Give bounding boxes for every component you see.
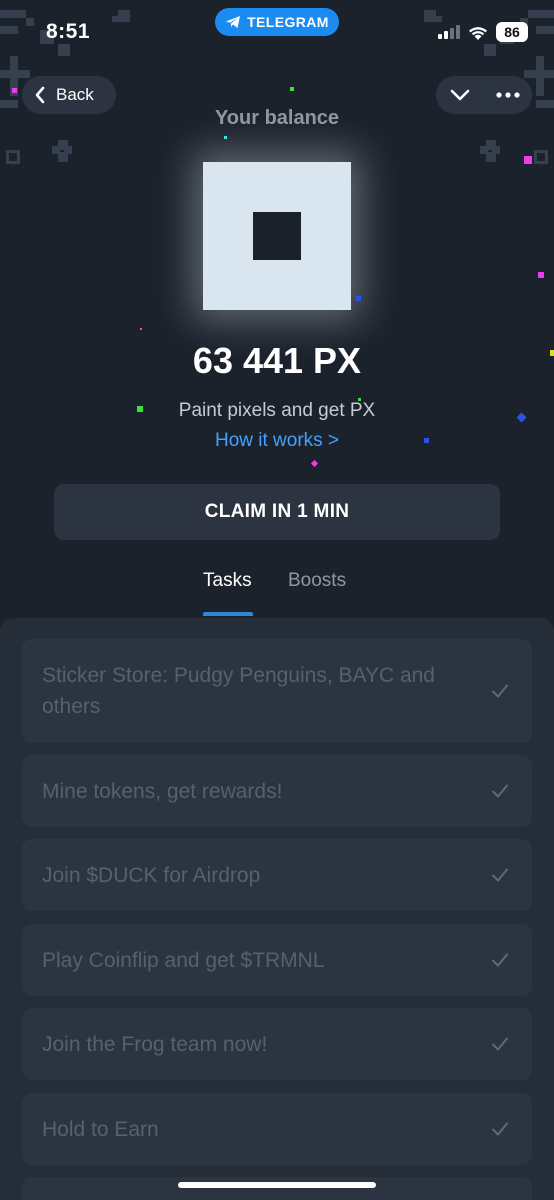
more-options-icon[interactable] [495, 92, 520, 98]
checkmark-icon [492, 784, 508, 798]
telegram-pill[interactable]: TELEGRAM [215, 8, 339, 36]
task-item[interactable]: Join the Frog team now! [22, 1008, 532, 1080]
checkmark-icon [492, 684, 508, 698]
task-label: Play Coinflip and get $TRMNL [42, 948, 325, 972]
task-item[interactable]: Hold to Earn [22, 1093, 532, 1165]
pixel-logo-center [253, 212, 301, 260]
balance-label: Your balance [214, 107, 340, 129]
tab-tasks[interactable]: Tasks [203, 570, 252, 592]
cellular-signal-icon [438, 25, 460, 39]
confetti-particle [137, 406, 143, 412]
claim-button[interactable]: CLAIM IN 1 MIN [54, 484, 500, 540]
back-label: Back [56, 85, 94, 104]
home-indicator [178, 1182, 376, 1188]
battery-indicator: 86 [496, 22, 528, 42]
telegram-label: TELEGRAM [247, 14, 329, 30]
task-item-partial[interactable] [22, 1177, 532, 1200]
checkmark-icon [492, 1122, 508, 1136]
checkmark-icon [492, 868, 508, 882]
balance-value: 63 441 PX [192, 340, 362, 381]
status-bar: 8:51 TELEGRAM 86 [0, 0, 554, 64]
balance-subtitle: Paint pixels and get PX [178, 400, 376, 421]
chevron-down-icon[interactable] [449, 88, 471, 102]
task-label: Sticker Store: Pudgy Penguins, BAYC and … [42, 664, 435, 718]
checkmark-icon [492, 953, 508, 967]
task-item[interactable]: Sticker Store: Pudgy Penguins, BAYC and … [22, 639, 532, 743]
confetti-particle [358, 398, 361, 401]
confetti-particle [550, 350, 554, 356]
tab-boosts[interactable]: Boosts [288, 570, 346, 592]
confetti-particle [140, 328, 142, 330]
how-it-works-link[interactable]: How it works > [0, 430, 554, 452]
status-icons: 86 [438, 22, 528, 42]
task-label: Hold to Earn [42, 1117, 159, 1141]
confetti-particle [12, 88, 17, 93]
confetti-particle [538, 272, 544, 278]
task-label: Join the Frog team now! [42, 1032, 268, 1056]
task-item[interactable]: Mine tokens, get rewards! [22, 755, 532, 827]
chevron-left-icon [35, 86, 45, 104]
confetti-particle [290, 87, 294, 91]
tab-bar: Tasks Boosts [0, 570, 554, 618]
checkmark-icon [492, 1037, 508, 1051]
telegram-plane-icon [226, 16, 241, 28]
task-label: Mine tokens, get rewards! [42, 779, 283, 803]
confetti-particle [224, 136, 227, 139]
confetti-particle [356, 296, 361, 301]
task-label: Join $DUCK for Airdrop [42, 863, 261, 887]
active-tab-indicator [203, 612, 253, 616]
tasks-panel: Sticker Store: Pudgy Penguins, BAYC and … [0, 618, 554, 1200]
confetti-particle [524, 156, 532, 164]
confetti-particle [424, 438, 429, 443]
app-screen: 8:51 TELEGRAM 86 Back Your balance 63 44… [0, 0, 554, 1200]
status-time: 8:51 [46, 20, 91, 43]
wifi-icon [469, 26, 487, 40]
confetti-particle [310, 459, 319, 468]
task-item[interactable]: Play Coinflip and get $TRMNL [22, 924, 532, 996]
task-item[interactable]: Join $DUCK for Airdrop [22, 839, 532, 911]
pixel-logo-icon [203, 162, 351, 310]
